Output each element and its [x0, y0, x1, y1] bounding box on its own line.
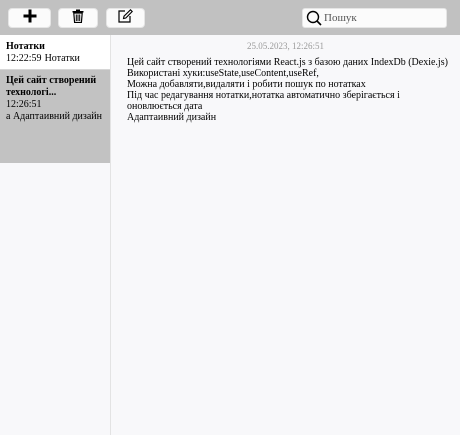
- note-line: Цей сайт створений технологіями React.js…: [127, 57, 448, 68]
- note-line: Адаптаивний дизайн: [127, 112, 217, 123]
- search-input[interactable]: [323, 10, 442, 26]
- note-item-preview: а Адаптаивний дизайн: [6, 111, 102, 122]
- note-line: Використані хуки:useState,useContent,use…: [127, 68, 319, 79]
- delete-note-button[interactable]: [58, 8, 98, 28]
- add-note-button[interactable]: [8, 8, 51, 28]
- note-list-item[interactable]: Нотатки 12:22:59 Нотатки: [0, 35, 110, 70]
- trash-icon: [72, 9, 84, 28]
- notes-app: Нотатки 12:22:59Нотатки Цей сайт створен…: [0, 0, 460, 435]
- notes-sidebar: Нотатки 12:22:59 Нотатки Цей сайт створен…: [0, 35, 111, 435]
- search-box[interactable]: [302, 8, 447, 28]
- toolbar: [0, 0, 460, 35]
- note-body[interactable]: Цей сайт створений технологіями React.js…: [127, 57, 455, 123]
- plus-icon: [23, 9, 37, 28]
- note-item-title: Нотатки: [6, 41, 45, 52]
- note-line: Можна добавляти,видаляти і робити пошук …: [127, 79, 366, 90]
- note-item-time: 12:26:51: [6, 99, 42, 110]
- edit-note-button[interactable]: [106, 8, 145, 28]
- note-item-meta: 12:22:59 Нотатки: [6, 53, 110, 65]
- note-editor[interactable]: 25.05.2023, 12:26:51 Цей сайт створений …: [111, 35, 460, 435]
- note-line: Під час редагування нотатки,нотатка авто…: [127, 90, 400, 112]
- note-list-item-selected[interactable]: Цей сайт створений технологі... 12:26:51…: [0, 70, 110, 163]
- note-item-time: 12:22:59: [6, 53, 42, 64]
- search-icon: [305, 9, 323, 27]
- note-item-title: Цей сайт створений технологі...: [6, 75, 97, 98]
- note-date: 25.05.2023, 12:26:51: [246, 41, 324, 51]
- note-item-preview: Нотатки: [44, 53, 80, 64]
- edit-icon: [118, 8, 133, 28]
